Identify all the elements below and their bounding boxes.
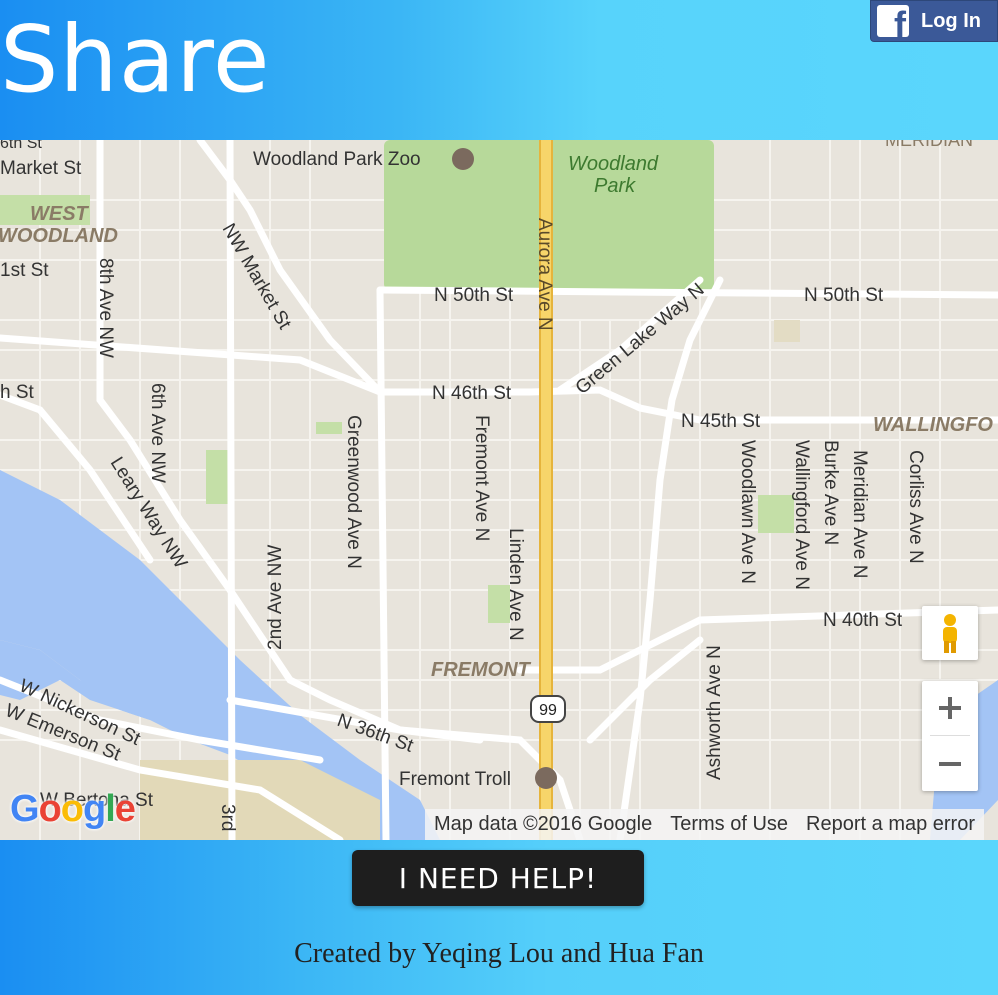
label-n-45th: N 45th St	[681, 411, 761, 432]
plus-icon	[939, 697, 961, 719]
map-attribution: Map data ©2016 Google Terms of Use Repor…	[425, 809, 985, 840]
small-park	[316, 422, 342, 434]
minus-icon	[939, 762, 961, 766]
label-burke: Burke Ave N	[820, 440, 841, 545]
small-lot	[774, 320, 800, 342]
credit-text: Created by Yeqing Lou and Hua Fan	[294, 938, 704, 969]
google-logo[interactable]: Google	[10, 788, 136, 831]
label-woodland-park-1: Woodland	[568, 153, 659, 175]
map-canvas[interactable]: Woodland Park Zoo Woodland Park WEST WOO…	[0, 140, 998, 840]
label-n-50th-b: N 50th St	[804, 285, 884, 306]
zoom-divider	[930, 735, 970, 736]
label-51st-st: 1st St	[0, 260, 49, 281]
label-greenwood: Greenwood Ave N	[343, 415, 364, 569]
small-park	[758, 495, 794, 533]
label-woodland-park-zoo: Woodland Park Zoo	[253, 149, 421, 170]
label-3rd: 3rd	[217, 804, 238, 831]
facebook-icon: f	[877, 5, 909, 37]
zoom-in-button[interactable]	[922, 681, 978, 735]
pegman-icon	[943, 614, 957, 653]
facebook-glyph: f	[894, 5, 906, 38]
label-n-40th: N 40th St	[823, 610, 903, 631]
google-logo-e: e	[114, 788, 136, 830]
need-help-button[interactable]: I NEED HELP!	[352, 850, 644, 906]
label-corliss: Corliss Ave N	[905, 450, 926, 564]
label-market-st: Market St	[0, 158, 82, 179]
google-logo-g2: g	[83, 788, 106, 830]
label-6th-ave: 6th Ave NW	[147, 383, 168, 483]
street-view-button[interactable]	[922, 606, 978, 660]
page-title: Share	[0, 6, 271, 113]
label-fremont-ave: Fremont Ave N	[471, 415, 492, 541]
label-ashworth: Ashworth Ave N	[704, 645, 725, 780]
label-aurora: Aurora Ave N	[534, 218, 555, 331]
small-park	[206, 450, 230, 504]
google-logo-o1: o	[38, 788, 62, 830]
label-8th-ave: 8th Ave NW	[95, 258, 116, 358]
label-wallingford-ave: Wallingford Ave N	[791, 440, 812, 590]
zoom-out-button[interactable]	[922, 737, 978, 791]
route-99-label: 99	[539, 702, 557, 719]
map-view[interactable]: Woodland Park Zoo Woodland Park WEST WOO…	[0, 140, 998, 840]
route-99-shield: 99	[530, 695, 566, 723]
report-error-link[interactable]: Report a map error	[797, 813, 984, 836]
label-n-46th: N 46th St	[432, 383, 512, 404]
google-logo-o2: o	[60, 788, 84, 830]
map-data-text: Map data ©2016 Google	[434, 813, 653, 835]
zoo-icon	[452, 148, 474, 170]
label-n-50th-a: N 50th St	[434, 285, 514, 306]
google-logo-g: G	[10, 788, 40, 830]
label-fremont-troll: Fremont Troll	[399, 769, 511, 790]
camera-icon	[535, 767, 557, 789]
label-west-woodland-1: WEST	[30, 203, 90, 225]
label-2nd-ave: 2nd Ave NW	[265, 545, 286, 650]
label-h-st: h St	[0, 382, 35, 403]
facebook-login-button[interactable]: f Log In	[870, 0, 998, 42]
label-west-woodland-2: WOODLAND	[0, 225, 118, 247]
label-linden: Linden Ave N	[505, 528, 526, 641]
page-header: Share f Log In	[0, 0, 998, 140]
page-footer: I NEED HELP! Created by Yeqing Lou and H…	[0, 840, 998, 995]
label-woodlawn: Woodlawn Ave N	[737, 440, 758, 584]
label-top-st: 6th St	[0, 140, 42, 152]
label-woodland-park-2: Park	[594, 175, 636, 197]
label-meridian: Meridian Ave N	[849, 450, 870, 579]
google-logo-l: l	[105, 788, 116, 830]
login-label: Log In	[921, 9, 981, 32]
zoom-controls	[922, 681, 978, 791]
label-meridian-top: MERIDIAN	[885, 140, 973, 150]
terms-of-use-link[interactable]: Terms of Use	[661, 813, 797, 836]
label-wallingford: WALLINGFO	[873, 414, 993, 436]
label-fremont: FREMONT	[431, 659, 532, 681]
